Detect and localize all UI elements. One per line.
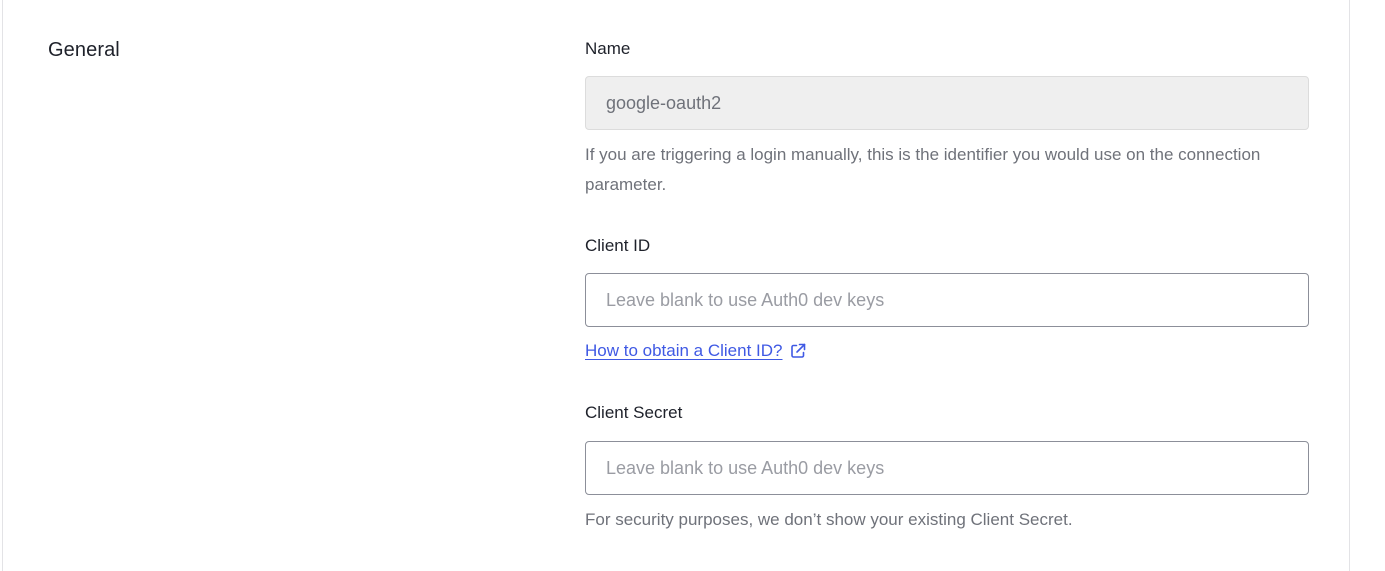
client-id-input[interactable] bbox=[585, 273, 1309, 327]
client-secret-input[interactable] bbox=[585, 441, 1309, 495]
client-id-help-link-label: How to obtain a Client ID? bbox=[585, 341, 783, 360]
client-secret-help-text: For security purposes, we don’t show you… bbox=[585, 510, 1073, 529]
name-input bbox=[585, 76, 1309, 130]
client-secret-label: Client Secret bbox=[585, 403, 683, 422]
name-help-text: If you are triggering a login manually, … bbox=[585, 145, 1261, 194]
client-id-label: Client ID bbox=[585, 236, 651, 255]
name-label: Name bbox=[585, 39, 631, 58]
client-id-help-link[interactable]: How to obtain a Client ID? bbox=[585, 341, 807, 361]
external-link-icon bbox=[790, 343, 805, 358]
settings-panel: General Name If you are triggering a log… bbox=[2, 0, 1350, 571]
section-title: General bbox=[48, 39, 120, 61]
